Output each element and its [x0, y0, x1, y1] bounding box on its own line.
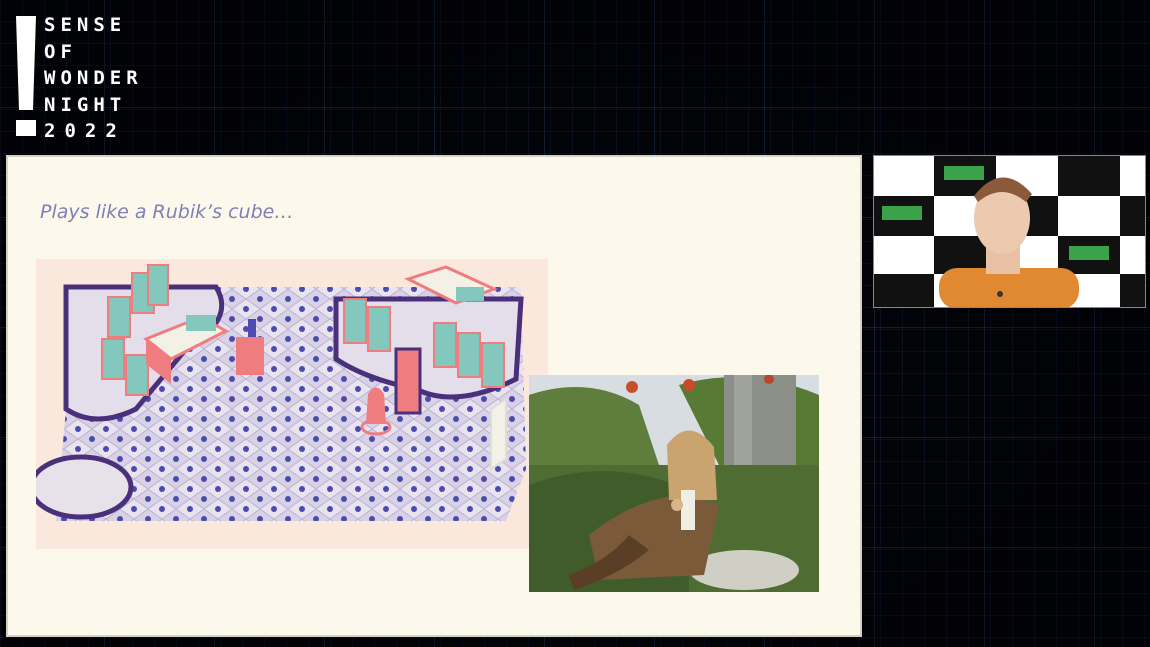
presenter-webcam	[873, 155, 1146, 308]
presentation-slide: Plays like a Rubik’s cube…	[6, 155, 862, 637]
video-still-man-under-apple-tree	[529, 375, 819, 592]
logo-line-3: WONDER	[44, 67, 143, 89]
isometric-hospital-room-image	[36, 259, 548, 549]
logo-line-5: 2022	[44, 120, 126, 142]
sense-of-wonder-night-logo: SENSE OF WONDER NIGHT 2022	[16, 12, 156, 142]
webcam-feed	[874, 156, 1145, 307]
video-still	[529, 375, 819, 592]
logo-exclamation-dot	[16, 120, 36, 136]
logo-exclamation-bar	[16, 16, 36, 110]
logo-text: SENSE OF WONDER NIGHT 2022	[44, 12, 143, 145]
game-screenshot	[36, 259, 548, 549]
logo-line-4: NIGHT	[44, 93, 127, 116]
logo-line-1: SENSE	[44, 14, 127, 36]
slide-title: Plays like a Rubik’s cube…	[40, 201, 294, 223]
logo-line-2: OF	[44, 40, 77, 63]
